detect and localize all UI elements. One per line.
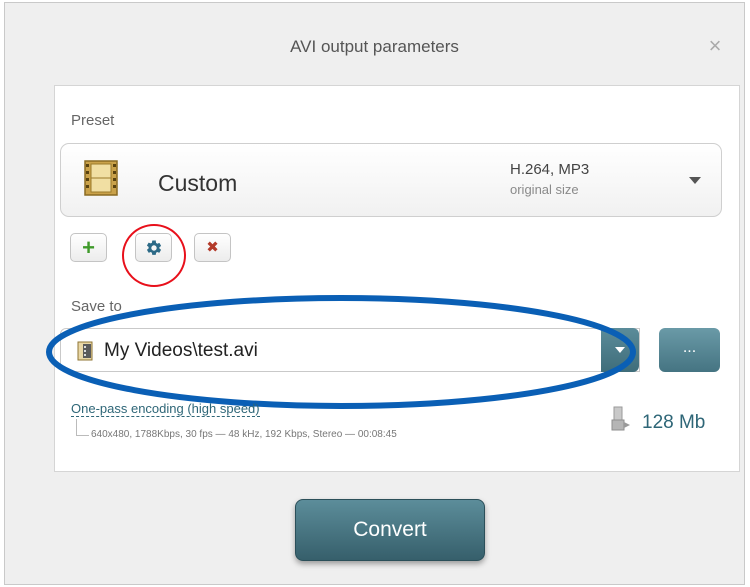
preset-label: Preset (71, 112, 115, 129)
delete-preset-button[interactable]: ✖ (194, 233, 231, 262)
preset-dropdown[interactable]: Custom H.264, MP3 original size (60, 143, 722, 217)
add-preset-button[interactable]: + (70, 233, 107, 262)
save-to-label: Save to (71, 298, 122, 315)
avi-output-dialog: AVI output parameters × Preset Custom H.… (4, 2, 745, 585)
close-button[interactable]: × (704, 35, 726, 57)
convert-button[interactable]: Convert (295, 499, 485, 561)
plus-icon: + (82, 234, 95, 260)
settings-panel: Preset Custom H.264, MP3 original size +… (46, 85, 740, 472)
delete-icon: ✖ (206, 239, 219, 256)
path-history-dropdown[interactable] (601, 328, 639, 372)
output-size-icon (611, 406, 630, 431)
preset-settings-button[interactable] (135, 233, 172, 262)
dialog-title: AVI output parameters (290, 37, 459, 56)
browse-button[interactable]: ... (659, 328, 720, 372)
gear-icon (146, 239, 161, 255)
film-icon (84, 160, 118, 196)
chevron-down-icon (689, 177, 701, 184)
title-bar: AVI output parameters × (5, 3, 744, 85)
chevron-down-icon (615, 347, 625, 353)
encoding-mode-link[interactable]: One-pass encoding (high speed) (71, 401, 260, 417)
encoding-details: 640x480, 1788Kbps, 30 fps — 48 kHz, 192 … (91, 429, 397, 440)
save-path-field[interactable] (60, 328, 640, 372)
preset-codec: H.264, MP3 (510, 161, 590, 178)
preset-size: original size (510, 182, 579, 197)
save-path-input[interactable] (102, 336, 606, 366)
preset-name: Custom (158, 170, 238, 196)
tree-connector (76, 419, 89, 436)
output-size: 128 Mb (642, 412, 706, 433)
file-icon (77, 341, 93, 361)
